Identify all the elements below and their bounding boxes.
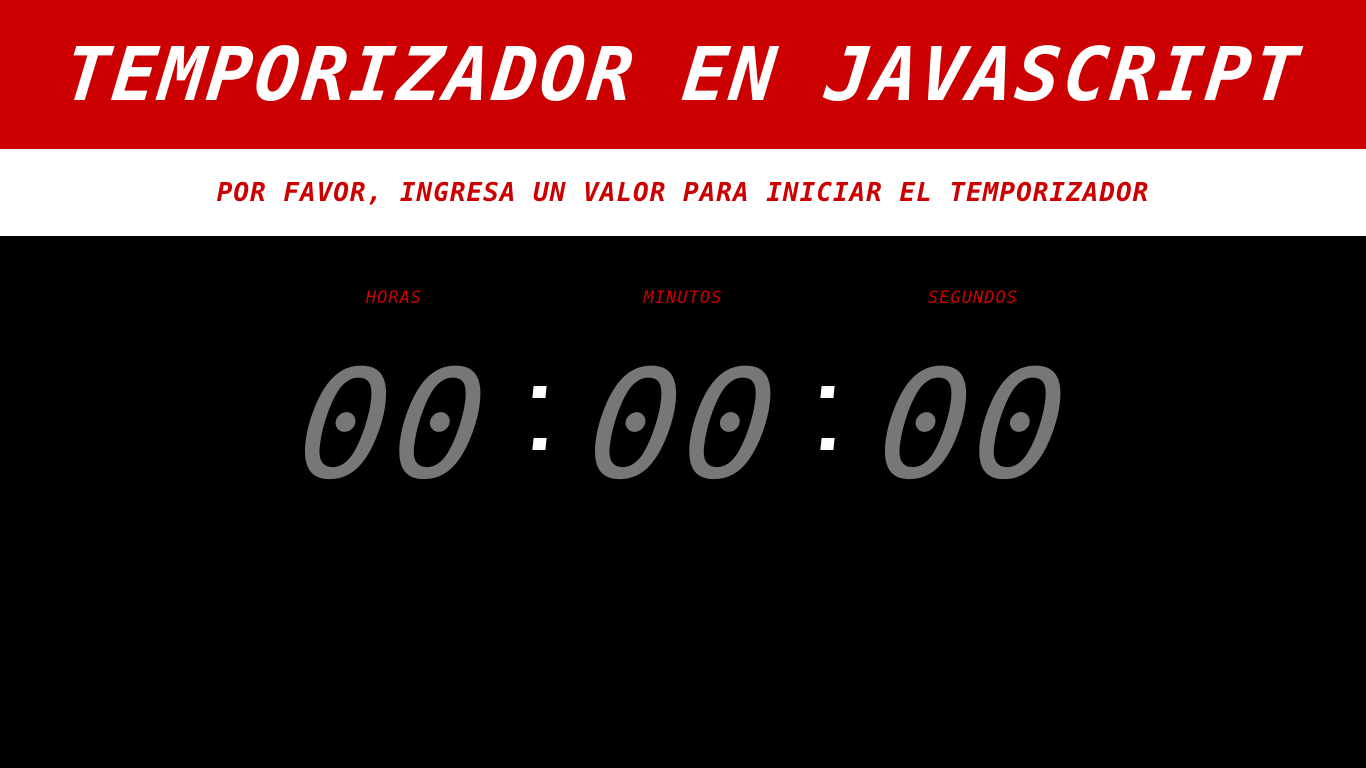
hours-label: HORAS [365, 288, 423, 308]
hours-value[interactable]: 00 [291, 339, 498, 513]
timer-panel: HORAS MINUTOS SEGUNDOS 00 00 00 [0, 236, 1366, 768]
page-title: TEMPORIZADOR EN JAVASCRIPT [60, 31, 1306, 118]
colon-dot [820, 438, 835, 450]
minutes-label: MINUTOS [643, 288, 723, 308]
message-banner: POR FAVOR, INGRESA UN VALOR PARA INICIAR… [0, 149, 1366, 236]
colon-separator [532, 386, 547, 476]
seconds-label: SEGUNDOS [928, 288, 1018, 308]
colon-dot [820, 386, 835, 398]
instruction-message: POR FAVOR, INGRESA UN VALOR PARA INICIAR… [216, 177, 1150, 208]
page-header: TEMPORIZADOR EN JAVASCRIPT [0, 0, 1366, 149]
colon-separator [820, 386, 835, 476]
timer-display: 00 00 00 [0, 339, 1366, 513]
colon-dot [532, 386, 547, 398]
colon-dot [532, 438, 547, 450]
seconds-value[interactable]: 00 [871, 339, 1078, 513]
minutes-value[interactable]: 00 [581, 339, 788, 513]
